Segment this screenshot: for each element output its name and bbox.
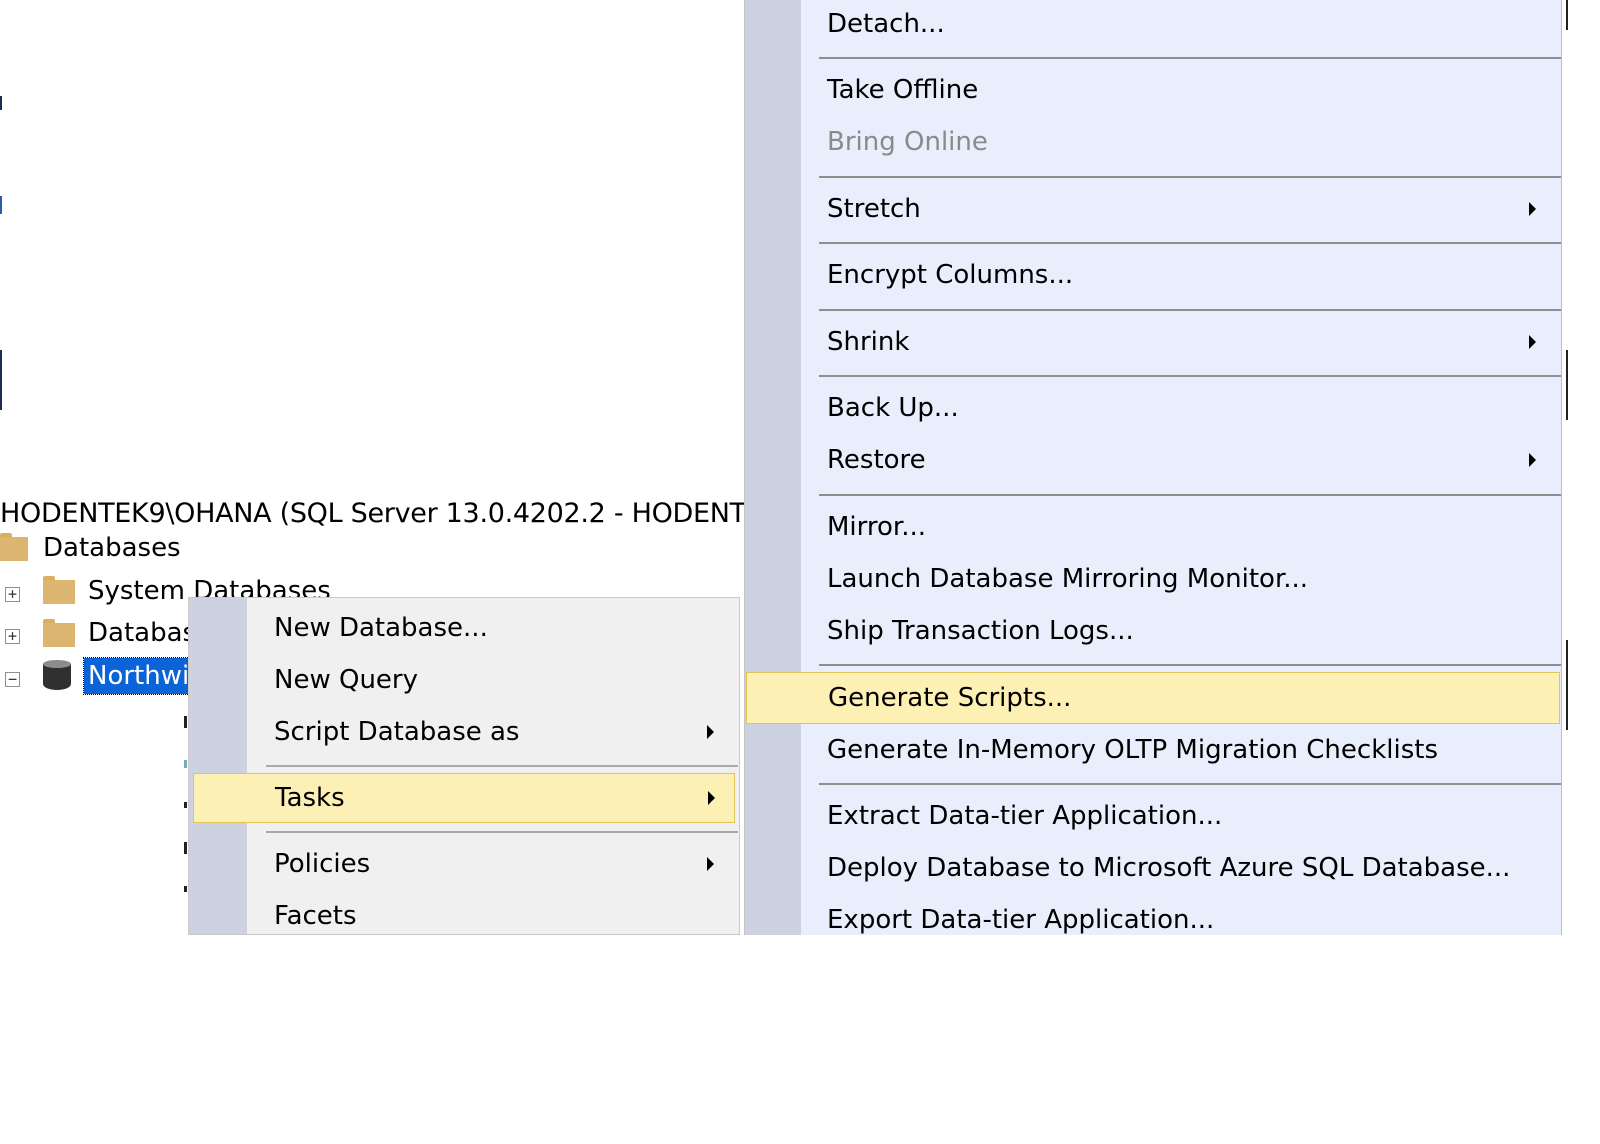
menu-item-label: Detach... (827, 9, 945, 39)
menu-item-label: Facets (274, 901, 357, 931)
menu-item-label: Back Up... (827, 393, 959, 423)
menu-separator (819, 494, 1561, 496)
menu-item-script-database-as[interactable]: Script Database as (189, 708, 739, 756)
database-icon (43, 660, 71, 692)
menu-item-new-database[interactable]: New Database... (189, 604, 739, 652)
menu-separator (819, 242, 1561, 244)
menu-item-new-query[interactable]: New Query (189, 656, 739, 704)
screenshot-area: HODENTEK9\OHANA (SQL Server 13.0.4202.2 … (0, 0, 1600, 935)
folder-icon (43, 619, 75, 647)
right-edge-background (1562, 0, 1600, 935)
menu-item-generate-scripts[interactable]: Generate Scripts... (746, 672, 1560, 724)
menu-item-policies[interactable]: Policies (189, 840, 739, 888)
menu-separator (819, 176, 1561, 178)
menu-item-label: Encrypt Columns... (827, 260, 1074, 290)
menu-item-export-data-tier[interactable]: Export Data-tier Application... (745, 896, 1561, 935)
tree-item-northwind-selected[interactable]: Northwi (82, 657, 195, 695)
menu-item-label: Generate In-Memory OLTP Migration Checkl… (827, 735, 1438, 765)
submenu-arrow-icon (1529, 202, 1536, 216)
database-context-menu: New Database... New Query Script Databas… (188, 597, 740, 935)
edge-artifact (1566, 640, 1568, 730)
edge-artifact (1566, 0, 1568, 30)
menu-item-label: Take Offline (827, 75, 979, 105)
menu-item-restore[interactable]: Restore (745, 436, 1561, 484)
edge-artifact (0, 96, 2, 110)
tree-line-artifact (184, 760, 187, 768)
server-node-label[interactable]: HODENTEK9\OHANA (SQL Server 13.0.4202.2 … (0, 497, 797, 531)
menu-item-deploy-to-azure[interactable]: Deploy Database to Microsoft Azure SQL D… (745, 844, 1561, 892)
folder-icon (0, 533, 28, 561)
tree-line-artifact (184, 716, 187, 728)
menu-item-label: Policies (274, 849, 371, 879)
menu-separator (819, 375, 1561, 377)
menu-item-label: Script Database as (274, 717, 520, 747)
menu-item-label: Restore (827, 445, 926, 475)
menu-item-tasks[interactable]: Tasks (193, 773, 735, 823)
menu-item-label: Mirror... (827, 512, 927, 542)
menu-item-launch-mirroring-monitor[interactable]: Launch Database Mirroring Monitor... (745, 555, 1561, 603)
tree-line-artifact (184, 886, 187, 892)
expand-toggle-icon[interactable]: + (5, 629, 20, 644)
menu-item-detach[interactable]: Detach... (745, 0, 1561, 48)
menu-item-take-offline[interactable]: Take Offline (745, 66, 1561, 114)
menu-item-label: Export Data-tier Application... (827, 905, 1215, 935)
expand-toggle-icon[interactable]: + (5, 587, 20, 602)
tree-line-artifact (184, 842, 187, 854)
menu-item-back-up[interactable]: Back Up... (745, 384, 1561, 432)
menu-item-label: Shrink (827, 327, 910, 357)
menu-item-label: Generate Scripts... (828, 683, 1072, 713)
menu-separator (266, 831, 738, 833)
menu-item-label: Deploy Database to Microsoft Azure SQL D… (827, 853, 1511, 883)
submenu-arrow-icon (1529, 453, 1536, 467)
submenu-arrow-icon (707, 725, 714, 739)
menu-item-stretch[interactable]: Stretch (745, 185, 1561, 233)
menu-item-label: Stretch (827, 194, 921, 224)
menu-item-label: Tasks (275, 783, 345, 813)
submenu-arrow-icon (707, 857, 714, 871)
menu-item-label: Ship Transaction Logs... (827, 616, 1134, 646)
menu-item-shrink[interactable]: Shrink (745, 318, 1561, 366)
tree-line-artifact (184, 802, 187, 808)
menu-separator (266, 765, 738, 767)
menu-item-ship-transaction-logs[interactable]: Ship Transaction Logs... (745, 607, 1561, 655)
edge-artifact (0, 196, 2, 214)
menu-item-extract-data-tier[interactable]: Extract Data-tier Application... (745, 792, 1561, 840)
menu-separator (819, 664, 1561, 666)
menu-item-bring-online: Bring Online (745, 118, 1561, 166)
menu-item-generate-oltp-checklists[interactable]: Generate In-Memory OLTP Migration Checkl… (745, 726, 1561, 774)
menu-separator (819, 57, 1561, 59)
menu-separator (819, 309, 1561, 311)
menu-item-facets[interactable]: Facets (189, 892, 739, 934)
menu-item-encrypt-columns[interactable]: Encrypt Columns... (745, 251, 1561, 299)
folder-icon (43, 576, 75, 604)
menu-separator (819, 783, 1561, 785)
menu-item-label: New Database... (274, 613, 488, 643)
tree-item-databases[interactable]: Databases (43, 531, 181, 565)
menu-item-label: Extract Data-tier Application... (827, 801, 1223, 831)
tasks-submenu: Detach... Take Offline Bring Online Stre… (744, 0, 1562, 935)
collapse-toggle-icon[interactable]: − (5, 672, 20, 687)
edge-artifact (1566, 350, 1568, 420)
menu-item-label: New Query (274, 665, 418, 695)
submenu-arrow-icon (708, 791, 715, 805)
submenu-arrow-icon (1529, 335, 1536, 349)
menu-item-label: Bring Online (827, 127, 988, 157)
tree-item-database-snapshots[interactable]: Databas (88, 616, 196, 650)
edge-artifact (0, 350, 2, 410)
menu-item-mirror[interactable]: Mirror... (745, 503, 1561, 551)
menu-item-label: Launch Database Mirroring Monitor... (827, 564, 1309, 594)
